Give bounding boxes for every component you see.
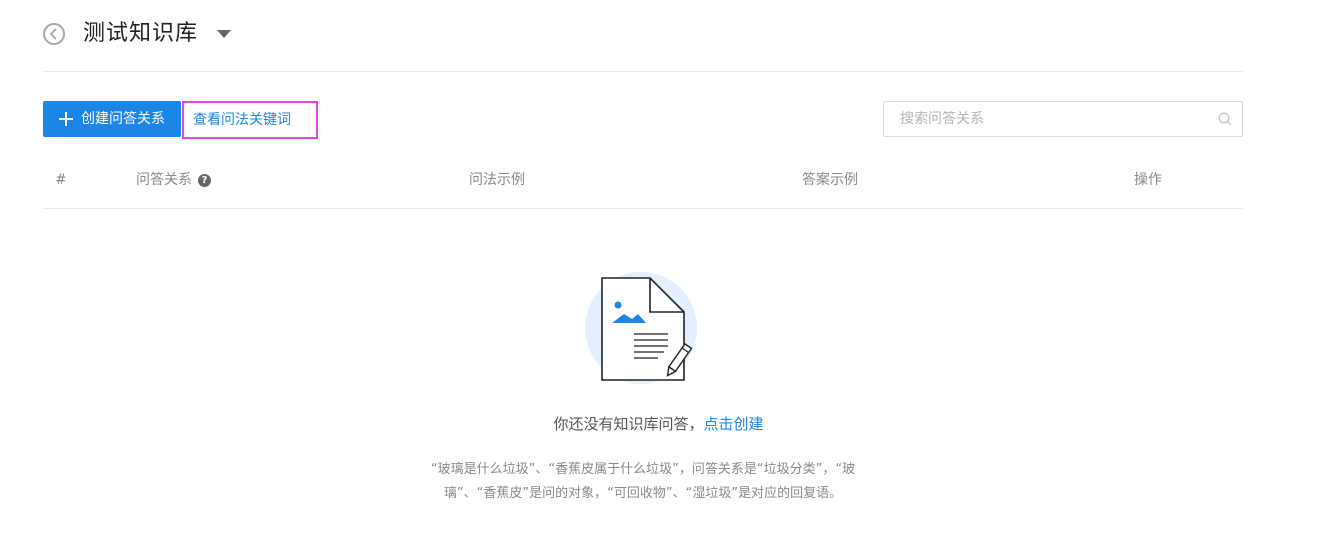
empty-document-illustration: [585, 272, 697, 384]
empty-message-text: 你还没有知识库问答，: [553, 415, 704, 433]
table-header: # 问答关系? 问法示例 答案示例 操作: [43, 158, 1243, 209]
empty-state-description: “玻璃是什么垃圾”、“香蕉皮属于什么垃圾”，问答关系是“垃圾分类”，“玻璃”、“…: [430, 462, 856, 501]
empty-state-message: 你还没有知识库问答，点击创建: [0, 412, 1317, 436]
create-qa-relation-button[interactable]: 创建问答关系: [43, 101, 181, 137]
click-create-link[interactable]: 点击创建: [704, 415, 764, 433]
back-button[interactable]: [43, 23, 65, 45]
create-qa-relation-label: 创建问答关系: [81, 111, 165, 127]
caret-down-icon[interactable]: [217, 30, 231, 38]
column-index: #: [55, 172, 67, 188]
view-keywords-link[interactable]: 查看问法关键词: [182, 101, 318, 139]
column-qa-relation: 问答关系?: [136, 158, 211, 202]
column-qa-relation-label: 问答关系: [136, 172, 192, 188]
column-actions: 操作: [1134, 172, 1162, 188]
page-title: 测试知识库: [83, 21, 199, 46]
chevron-left-icon: [49, 28, 57, 40]
search-box: [883, 101, 1243, 137]
help-icon[interactable]: ?: [198, 174, 211, 187]
search-input[interactable]: [884, 102, 1220, 136]
page-header: 测试知识库: [43, 18, 1243, 72]
column-answer-examples: 答案示例: [802, 172, 858, 188]
search-icon[interactable]: [1218, 112, 1232, 126]
column-question-examples: 问法示例: [469, 172, 525, 188]
plus-icon: [59, 111, 75, 127]
